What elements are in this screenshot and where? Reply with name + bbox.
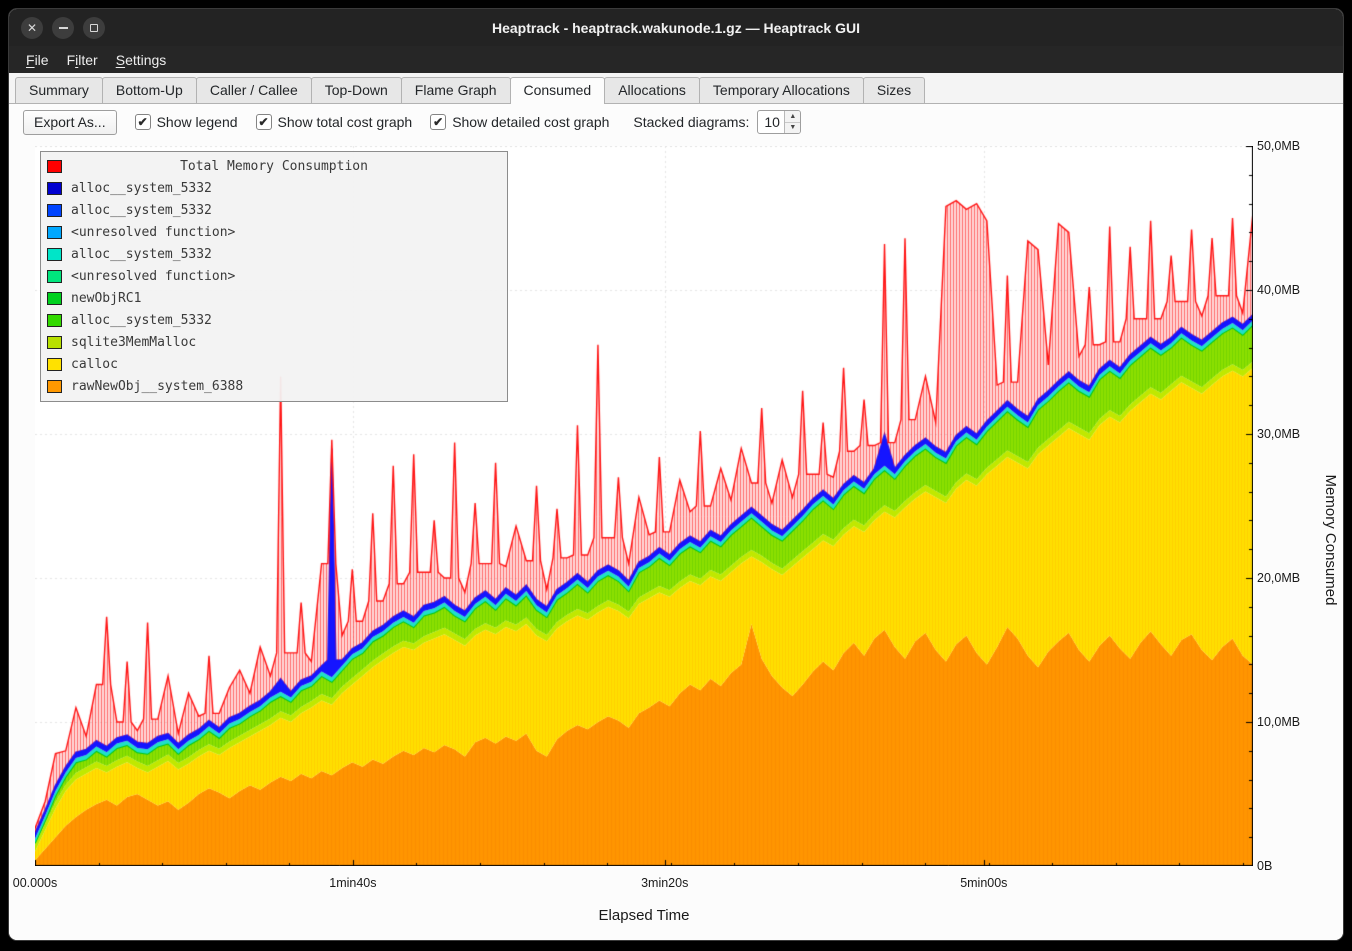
spin-up-button[interactable]: ▲ [785,111,800,123]
stacked-diagrams-spinbox[interactable]: 10 ▲ ▼ [757,110,801,134]
tab-caller-callee[interactable]: Caller / Callee [196,77,312,103]
legend-row: newObjRC1 [41,287,507,309]
legend-row: calloc [41,353,507,375]
legend-swatch [47,270,62,283]
legend-label: alloc__system_5332 [71,313,212,328]
checkbox-show-detailed-cost-graph[interactable]: ✔ Show detailed cost graph [430,114,609,130]
titlebar-buttons: ✕ [21,17,105,39]
minimize-button[interactable] [52,17,74,39]
legend-label: alloc__system_5332 [71,203,212,218]
desktop-background: ✕ Heaptrack - heaptrack.wakunode.1.gz — … [0,0,1352,951]
legend-label: sqlite3MemMalloc [71,335,196,350]
legend-title-row: Total Memory Consumption [41,155,507,177]
minimize-icon [59,27,68,29]
memory-consumption-chart[interactable]: Total Memory Consumption alloc__system_5… [35,146,1253,866]
legend-row: alloc__system_5332 [41,199,507,221]
x-axis-labels: 00.000s1min40s3min20s5min00s [35,876,1253,892]
legend-row: rawNewObj__system_6388 [41,375,507,397]
menu-filter[interactable]: Filter [58,46,107,73]
x-axis-title: Elapsed Time [35,907,1253,924]
y-tick-label: 20,0MB [1257,571,1300,585]
legend-label: calloc [71,357,118,372]
legend-row: sqlite3MemMalloc [41,331,507,353]
legend-row: <unresolved function> [41,221,507,243]
tab-bar: SummaryBottom-UpCaller / CalleeTop-DownF… [9,73,1343,104]
checkbox-label: Show legend [157,114,238,130]
tab-top-down[interactable]: Top-Down [311,77,402,103]
heaptrack-window: ✕ Heaptrack - heaptrack.wakunode.1.gz — … [8,8,1344,941]
close-button[interactable]: ✕ [21,17,43,39]
legend-label: alloc__system_5332 [71,247,212,262]
spin-buttons: ▲ ▼ [784,111,800,133]
maximize-button[interactable] [83,17,105,39]
legend-swatch [47,292,62,305]
checkbox-group: ✔ Show legend ✔ Show total cost graph ✔ Show … [135,114,610,130]
chart-area: Total Memory Consumption alloc__system_5… [9,140,1343,940]
stacked-diagrams-label: Stacked diagrams: [633,114,749,130]
legend-row: alloc__system_5332 [41,243,507,265]
spin-down-button[interactable]: ▼ [785,123,800,134]
checkmark-icon: ✔ [135,114,151,130]
tab-summary[interactable]: Summary [15,77,103,103]
toolbar: Export As... ✔ Show legend ✔ Show total cos… [9,104,1343,140]
legend-row: alloc__system_5332 [41,309,507,331]
legend-swatch [47,248,62,261]
y-tick-label: 30,0MB [1257,427,1300,441]
menu-settings[interactable]: Settings [107,46,176,73]
x-tick-label: 5min00s [960,876,1007,890]
checkmark-icon: ✔ [256,114,272,130]
menubar: FileFilterSettings [9,46,1343,73]
x-tick-label: 3min20s [641,876,688,890]
y-tick-label: 0B [1257,859,1272,873]
tab-temporary-allocations[interactable]: Temporary Allocations [699,77,864,103]
checkbox-show-legend[interactable]: ✔ Show legend [135,114,238,130]
tab-sizes[interactable]: Sizes [863,77,925,103]
legend-label: alloc__system_5332 [71,181,212,196]
maximize-icon [90,24,98,32]
legend-swatch [47,358,62,371]
legend-title: Total Memory Consumption [41,159,507,174]
y-tick-label: 40,0MB [1257,283,1300,297]
legend-label: <unresolved function> [71,225,235,240]
chart-legend: Total Memory Consumption alloc__system_5… [40,151,508,402]
legend-label: <unresolved function> [71,269,235,284]
checkbox-label: Show detailed cost graph [452,114,609,130]
y-tick-label: 10,0MB [1257,715,1300,729]
x-tick-label: 00.000s [13,876,57,890]
titlebar: ✕ Heaptrack - heaptrack.wakunode.1.gz — … [9,9,1343,46]
checkbox-show-total-cost-graph[interactable]: ✔ Show total cost graph [256,114,413,130]
legend-swatch [47,182,62,195]
legend-row: <unresolved function> [41,265,507,287]
legend-swatch [47,314,62,327]
legend-swatch [47,226,62,239]
y-axis-title: Memory Consumed [1322,475,1339,606]
legend-swatch [47,204,62,217]
legend-row: alloc__system_5332 [41,177,507,199]
x-tick-label: 1min40s [329,876,376,890]
legend-label: newObjRC1 [71,291,141,306]
tab-bottom-up[interactable]: Bottom-Up [102,77,197,103]
window-title: Heaptrack - heaptrack.wakunode.1.gz — He… [9,20,1343,36]
legend-swatch [47,380,62,393]
legend-swatch [47,336,62,349]
y-axis-labels: 0B10,0MB20,0MB30,0MB40,0MB50,0MB [1253,146,1309,866]
export-as-button[interactable]: Export As... [23,110,117,135]
checkbox-label: Show total cost graph [278,114,413,130]
menu-file[interactable]: File [17,46,58,73]
tab-allocations[interactable]: Allocations [604,77,700,103]
checkmark-icon: ✔ [430,114,446,130]
tab-consumed[interactable]: Consumed [510,77,606,104]
y-tick-label: 50,0MB [1257,139,1300,153]
legend-label: rawNewObj__system_6388 [71,379,243,394]
tab-flame-graph[interactable]: Flame Graph [401,77,511,103]
stacked-diagrams-value: 10 [758,111,784,133]
